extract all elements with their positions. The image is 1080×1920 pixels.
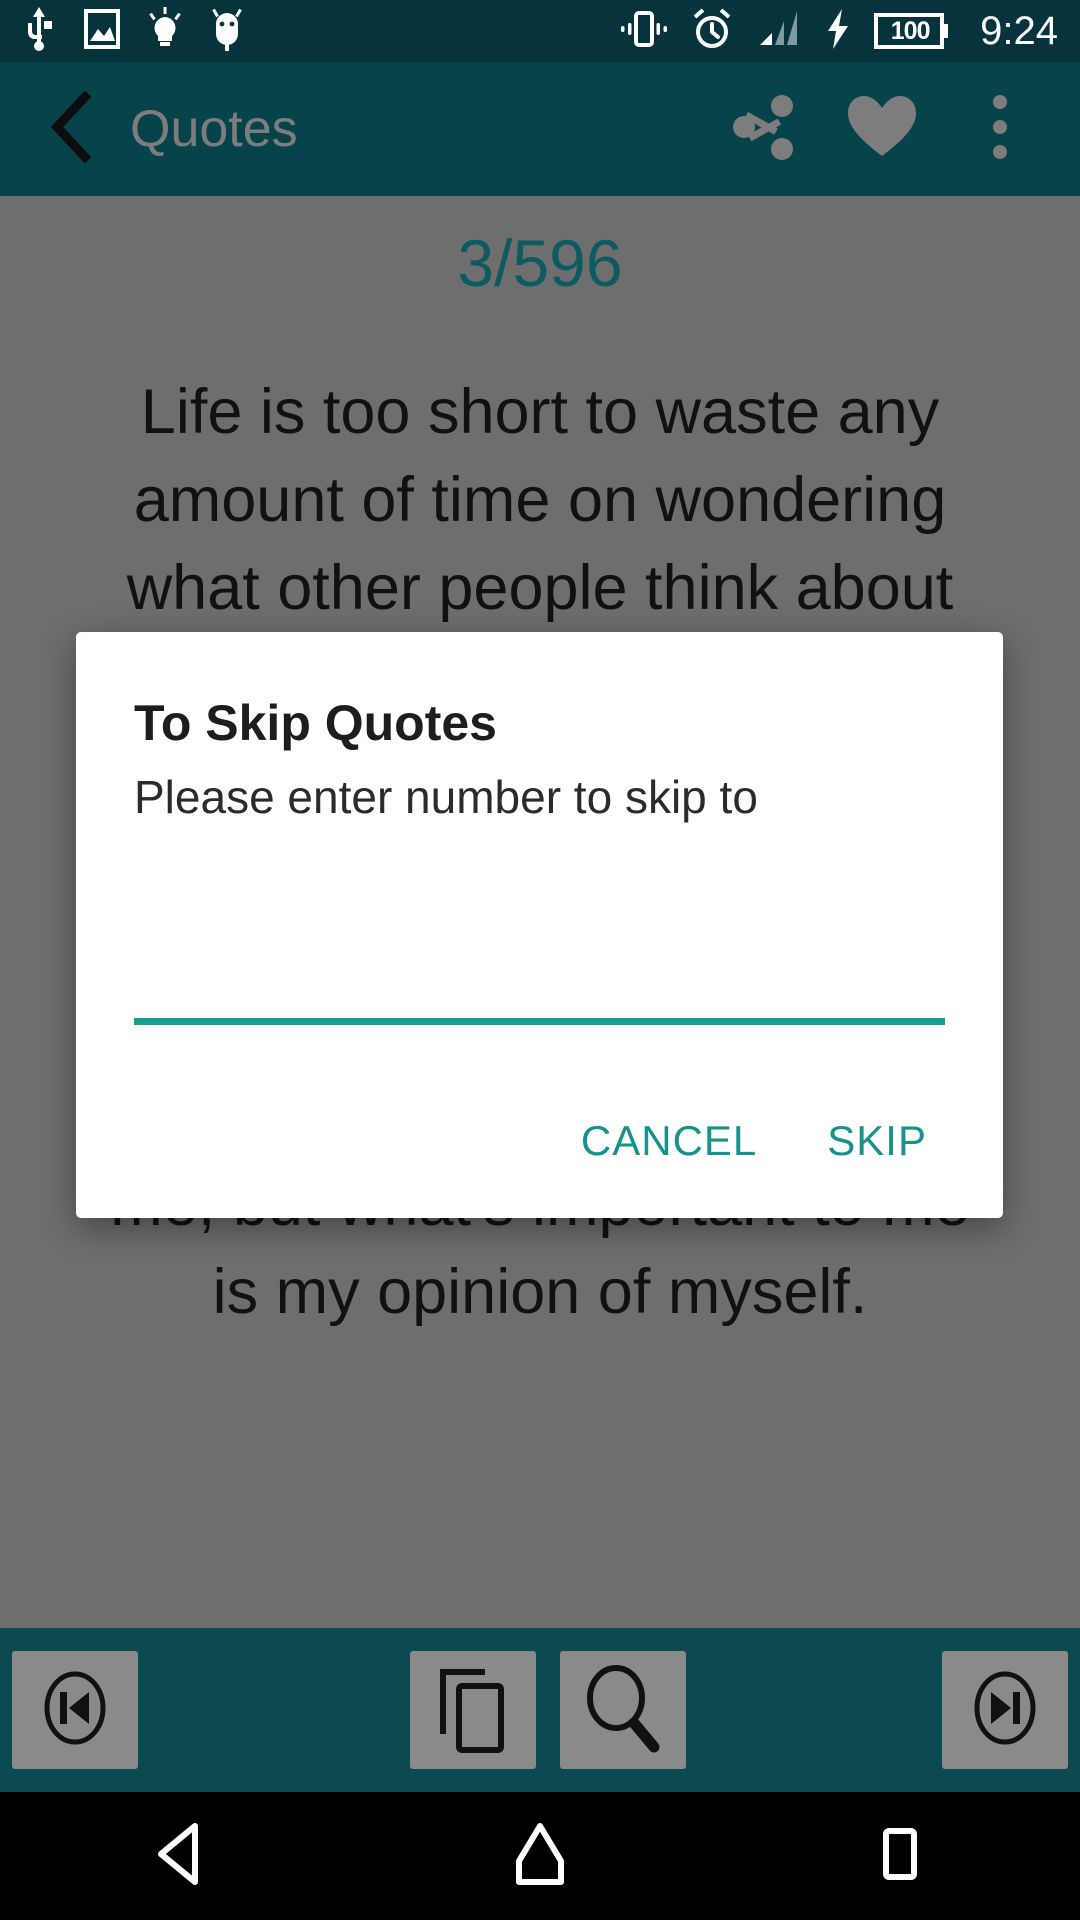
next-quote-button[interactable] — [942, 1651, 1068, 1769]
triangle-back-icon — [149, 1821, 211, 1892]
status-bar: 100 9:24 — [0, 0, 1080, 62]
android-debug-icon — [210, 7, 244, 56]
status-bar-clock: 9:24 — [980, 9, 1058, 53]
previous-quote-button[interactable] — [12, 1651, 138, 1769]
quote-counter: 3/596 — [457, 226, 623, 300]
magnifier-icon — [580, 1663, 666, 1758]
status-bar-left-icons — [22, 6, 244, 56]
bottom-toolbar — [0, 1628, 1080, 1792]
chevron-left-icon — [41, 90, 101, 168]
dialog-input-wrapper — [134, 874, 945, 1025]
charging-bolt-icon — [824, 7, 852, 56]
usb-icon — [22, 6, 56, 56]
skip-quotes-dialog: To Skip Quotes Please enter number to sk… — [76, 632, 1003, 1218]
alarm-clock-icon — [690, 7, 734, 56]
back-button[interactable] — [34, 90, 108, 168]
page-title: Quotes — [130, 100, 298, 158]
screenshot-image-icon — [84, 7, 120, 56]
favorite-button[interactable] — [846, 93, 918, 165]
app-bar-actions — [728, 93, 1046, 165]
nav-recents-button[interactable] — [825, 1801, 975, 1911]
android-navigation-bar — [0, 1792, 1080, 1920]
search-quotes-button[interactable] — [560, 1651, 686, 1769]
share-icon — [730, 93, 798, 166]
vibrate-icon — [620, 7, 668, 56]
overflow-menu-button[interactable] — [964, 93, 1036, 165]
app-bar: Quotes — [0, 62, 1080, 196]
dialog-message: Please enter number to skip to — [134, 771, 758, 823]
nav-back-button[interactable] — [105, 1801, 255, 1911]
skip-next-icon — [963, 1666, 1047, 1755]
skip-previous-icon — [33, 1666, 117, 1755]
battery-level-text: 100 — [890, 16, 931, 45]
share-button[interactable] — [728, 93, 800, 165]
copy-icon — [431, 1660, 515, 1761]
battery-icon: 100 — [874, 9, 950, 53]
square-recents-icon — [869, 1821, 931, 1892]
cancel-button[interactable]: CANCEL — [555, 1102, 783, 1180]
signal-bars-icon — [756, 7, 802, 56]
nav-home-button[interactable] — [465, 1801, 615, 1911]
skip-button[interactable]: SKIP — [801, 1102, 953, 1180]
skip-number-input[interactable] — [134, 874, 945, 1019]
heart-icon — [846, 93, 918, 166]
overflow-menu-icon — [990, 93, 1010, 166]
phone-screen: 100 9:24 Quotes 3/596 Life is too short … — [0, 0, 1080, 1920]
copy-quote-button[interactable] — [410, 1651, 536, 1769]
home-icon — [509, 1821, 571, 1892]
dialog-button-row: CANCEL SKIP — [76, 1102, 1003, 1218]
dialog-title: To Skip Quotes — [134, 695, 497, 751]
bulb-icon — [148, 6, 182, 56]
input-underline — [134, 1017, 945, 1025]
status-bar-right-icons: 100 9:24 — [620, 7, 1058, 56]
